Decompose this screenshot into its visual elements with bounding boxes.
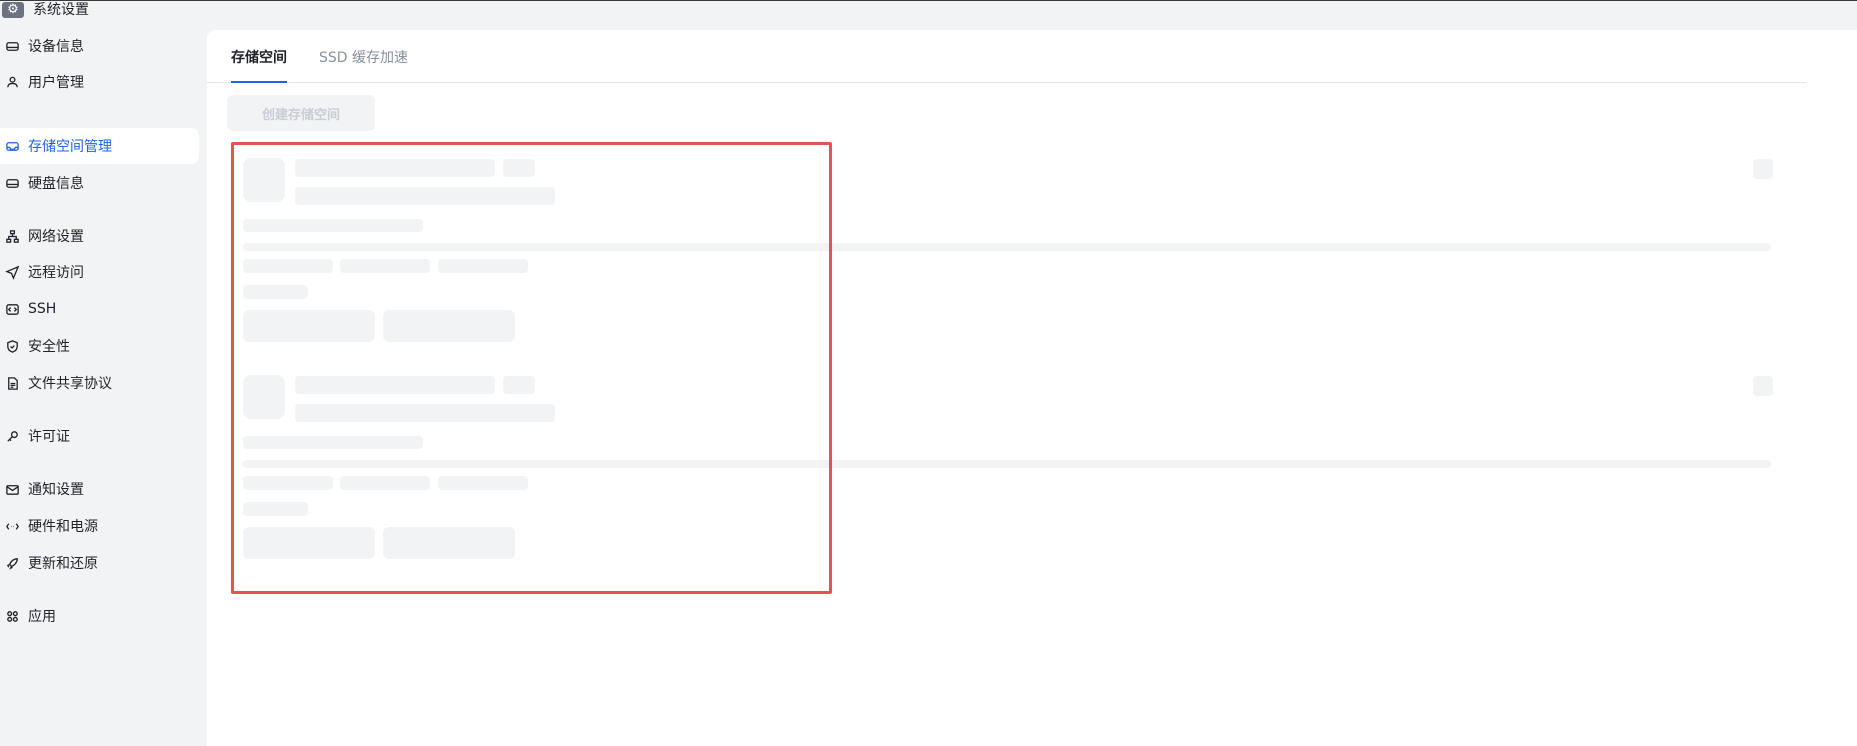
sidebar-item-label: 许可证	[28, 429, 70, 445]
apps-icon	[4, 608, 20, 624]
rocket-icon	[4, 555, 20, 571]
sidebar-item-notifications[interactable]: 通知设置	[0, 471, 199, 507]
sidebar-item-label: 更新和还原	[28, 556, 98, 572]
terminal-icon	[4, 301, 20, 317]
shield-icon	[4, 338, 20, 354]
sidebar-item-storage-management[interactable]: 存储空间管理	[0, 128, 199, 164]
highlight-box	[231, 142, 832, 594]
sidebar-item-label: 远程访问	[28, 265, 84, 281]
sidebar-item-disk-info[interactable]: 硬盘信息	[0, 165, 199, 201]
send-icon	[4, 264, 20, 280]
sidebar-item-ssh[interactable]: SSH	[0, 291, 199, 327]
sidebar-item-hardware-power[interactable]: 硬件和电源	[0, 508, 199, 544]
sidebar-item-label: 通知设置	[28, 482, 84, 498]
sidebar-item-remote-access[interactable]: 远程访问	[0, 254, 199, 290]
sidebar-item-label: 安全性	[28, 339, 70, 355]
sidebar-item-label: 硬件和电源	[28, 519, 98, 535]
network-icon	[4, 228, 20, 244]
sidebar-item-license[interactable]: 许可证	[0, 418, 199, 454]
sidebar-item-file-sharing[interactable]: 文件共享协议	[0, 365, 199, 401]
sidebar-item-device-info[interactable]: 设备信息	[0, 28, 199, 64]
app-title: 系统设置	[33, 2, 89, 18]
create-storage-button[interactable]: 创建存储空间	[227, 95, 375, 131]
mail-icon	[4, 481, 20, 497]
sidebar-item-label: 文件共享协议	[28, 376, 112, 392]
tab-ssd-cache[interactable]: SSD 缓存加速	[319, 48, 408, 83]
hard-drive-icon	[4, 38, 20, 54]
disk-icon	[4, 175, 20, 191]
key-icon	[4, 428, 20, 444]
sidebar-item-security[interactable]: 安全性	[0, 328, 199, 364]
sidebar-item-label: 硬盘信息	[28, 176, 84, 192]
sidebar-item-apps[interactable]: 应用	[0, 598, 199, 634]
user-group-icon	[4, 74, 20, 90]
sidebar-item-user-management[interactable]: 用户管理	[0, 64, 199, 100]
plug-icon	[4, 518, 20, 534]
sidebar-item-label: 设备信息	[28, 39, 84, 55]
sidebar-item-label: SSH	[28, 301, 57, 317]
tab-bar: 存储空间 SSD 缓存加速	[207, 30, 1807, 83]
sidebar-item-label: 应用	[28, 609, 56, 625]
sidebar-item-network[interactable]: 网络设置	[0, 218, 199, 254]
document-icon	[4, 375, 20, 391]
storage-icon	[4, 138, 20, 154]
gear-icon: ⚙	[2, 2, 24, 18]
sidebar: 设备信息 用户管理 存储空间管理 硬盘信息 网络设置 远程访问 SSH 安全性 …	[0, 18, 206, 746]
tab-storage-space[interactable]: 存储空间	[231, 48, 287, 83]
sidebar-item-label: 用户管理	[28, 75, 84, 91]
sidebar-item-label: 存储空间管理	[28, 139, 112, 155]
sidebar-item-label: 网络设置	[28, 229, 84, 245]
sidebar-item-update-restore[interactable]: 更新和还原	[0, 545, 199, 581]
title-bar: ⚙ 系统设置	[0, 0, 1857, 18]
scrollbar[interactable]	[1847, 30, 1857, 746]
